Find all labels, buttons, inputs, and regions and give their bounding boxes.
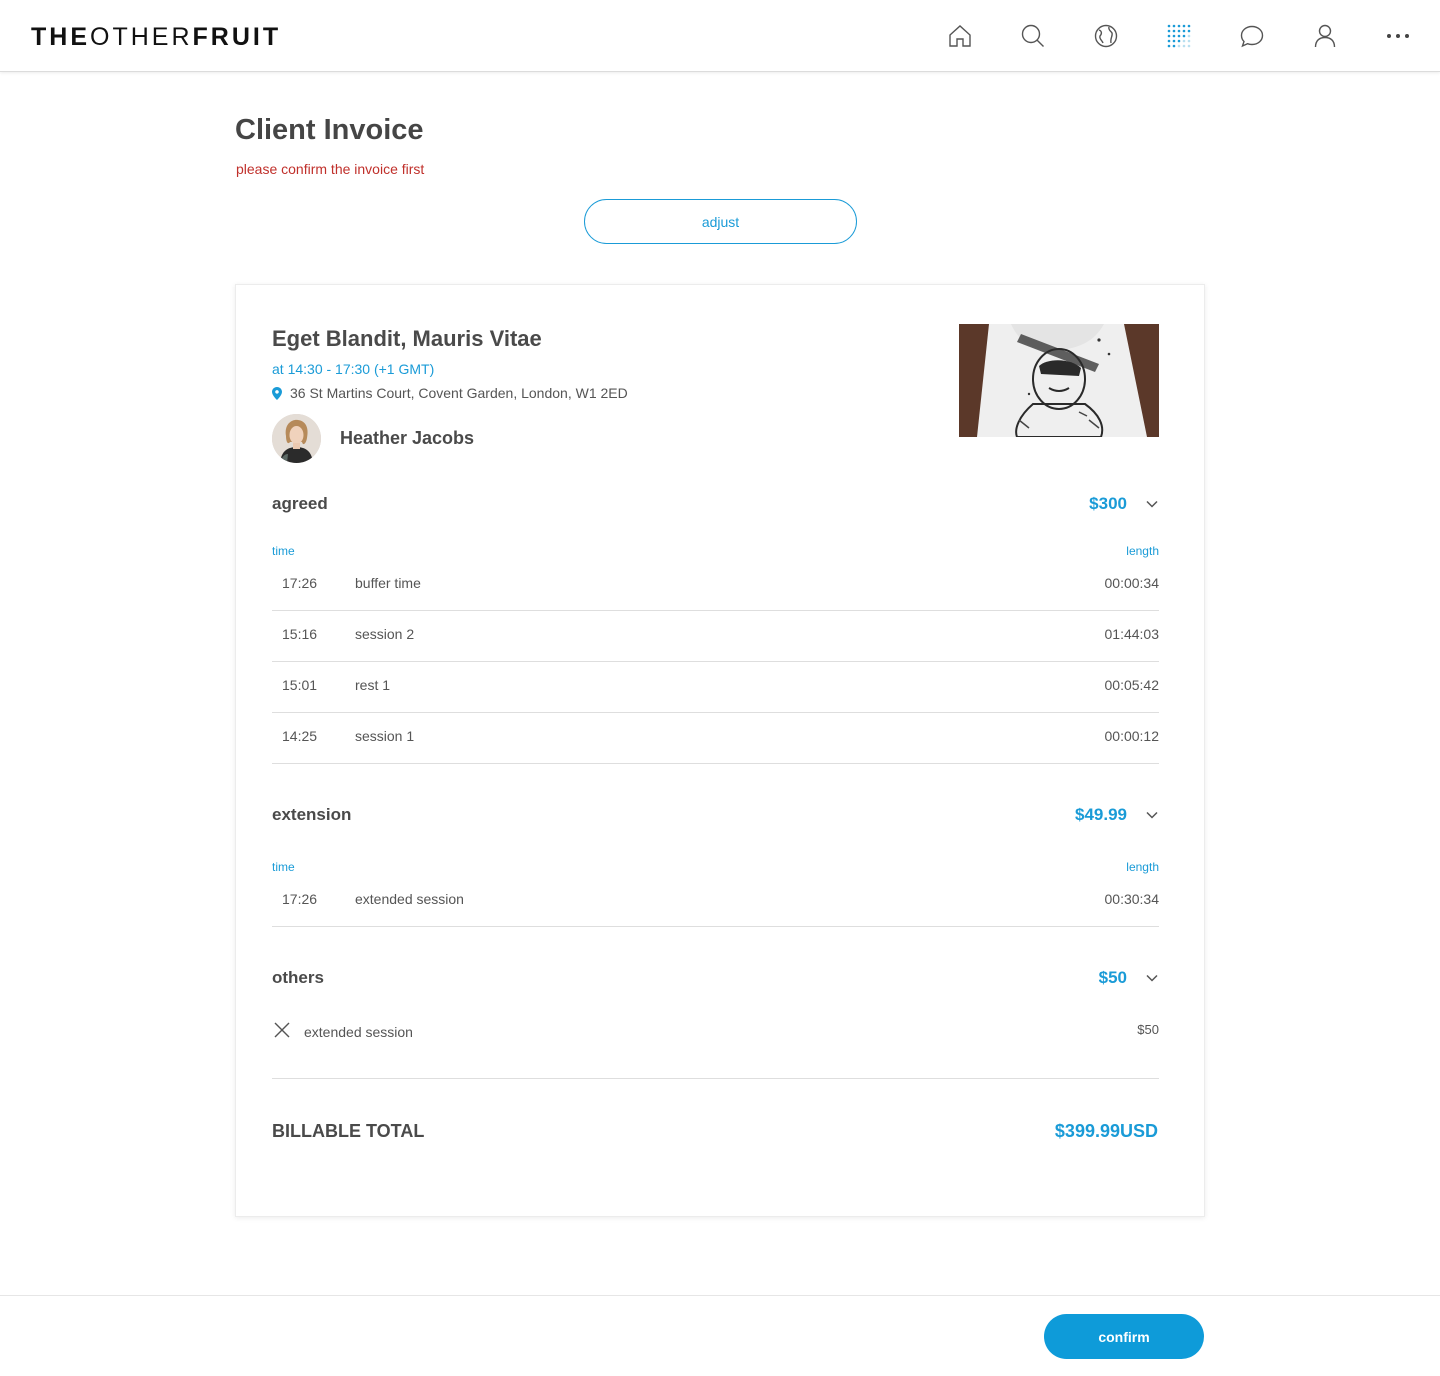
table-row: 15:01 rest 1 00:05:42 bbox=[272, 662, 1159, 713]
billable-total-value: $399.99USD bbox=[1054, 1121, 1158, 1141]
billable-total-label: BILLABLE TOTAL bbox=[272, 1121, 425, 1141]
row-name: session 1 bbox=[355, 728, 415, 744]
row-time: 17:26 bbox=[282, 891, 318, 907]
tattoo-design-image bbox=[959, 324, 1159, 437]
row-length: 00:05:42 bbox=[1104, 677, 1160, 693]
row-length: 01:44:03 bbox=[1104, 626, 1160, 642]
adjust-button[interactable]: adjust bbox=[584, 199, 857, 244]
chevron-down-icon[interactable] bbox=[1145, 497, 1159, 511]
logo-part-fruit: FRUIT bbox=[192, 23, 282, 51]
location-pin-icon bbox=[272, 386, 282, 400]
user-icon[interactable] bbox=[1307, 18, 1343, 54]
column-header-time: time bbox=[272, 860, 295, 874]
table-row: 17:26 extended session 00:30:34 bbox=[272, 876, 1159, 927]
row-length: 00:00:34 bbox=[1104, 575, 1160, 591]
others-title: others bbox=[272, 968, 324, 987]
table-row: 14:25 session 1 00:00:12 bbox=[272, 713, 1159, 764]
others-section-header[interactable]: others $50 bbox=[272, 968, 1159, 992]
agreed-title: agreed bbox=[272, 494, 328, 513]
dots-grid-icon[interactable] bbox=[1161, 18, 1197, 54]
row-time: 15:01 bbox=[282, 677, 318, 693]
row-name: buffer time bbox=[355, 575, 421, 591]
home-icon[interactable] bbox=[942, 18, 978, 54]
extension-title: extension bbox=[272, 805, 352, 824]
more-icon[interactable] bbox=[1380, 18, 1416, 54]
chat-icon[interactable] bbox=[1234, 18, 1270, 54]
agreed-amount: $300 bbox=[1089, 494, 1127, 513]
event-time: at 14:30 - 17:30 (+1 GMT) bbox=[272, 361, 435, 377]
top-navigation-bar: THEOTHERFRUIT bbox=[0, 0, 1440, 72]
row-name: extended session bbox=[355, 891, 464, 907]
row-time: 17:26 bbox=[282, 575, 318, 591]
table-row: 17:26 buffer time 00:00:34 bbox=[272, 560, 1159, 611]
search-icon[interactable] bbox=[1015, 18, 1051, 54]
list-item: extended session $50 bbox=[272, 1016, 1159, 1046]
event-location-text: 36 St Martins Court, Covent Garden, Lond… bbox=[290, 385, 628, 401]
footer-bar: confirm bbox=[0, 1295, 1440, 1376]
globe-icon[interactable] bbox=[1088, 18, 1124, 54]
avatar[interactable] bbox=[272, 414, 321, 463]
row-length: 00:30:34 bbox=[1104, 891, 1160, 907]
column-header-length: length bbox=[1126, 860, 1159, 874]
invoice-card: Eget Blandit, Mauris Vitae at 14:30 - 17… bbox=[235, 284, 1205, 1217]
extension-amount: $49.99 bbox=[1075, 805, 1127, 824]
other-item-name: extended session bbox=[304, 1024, 413, 1040]
agreed-section-header[interactable]: agreed $300 bbox=[272, 494, 1159, 518]
chevron-down-icon[interactable] bbox=[1145, 808, 1159, 822]
page-title: Client Invoice bbox=[235, 114, 424, 146]
row-time: 15:16 bbox=[282, 626, 318, 642]
confirm-button[interactable]: confirm bbox=[1044, 1314, 1204, 1359]
event-title: Eget Blandit, Mauris Vitae bbox=[272, 326, 542, 351]
chevron-down-icon[interactable] bbox=[1145, 971, 1159, 985]
column-header-time: time bbox=[272, 544, 295, 558]
total-divider bbox=[272, 1078, 1159, 1079]
column-header-length: length bbox=[1126, 544, 1159, 558]
row-time: 14:25 bbox=[282, 728, 318, 744]
logo-part-the: THE bbox=[31, 23, 90, 51]
table-row: 15:16 session 2 01:44:03 bbox=[272, 611, 1159, 662]
event-location: 36 St Martins Court, Covent Garden, Lond… bbox=[272, 385, 628, 401]
row-name: session 2 bbox=[355, 626, 415, 642]
other-item-value: $50 bbox=[1137, 1022, 1159, 1037]
row-name: rest 1 bbox=[355, 677, 391, 693]
artist-name: Heather Jacobs bbox=[340, 428, 475, 448]
others-amount: $50 bbox=[1098, 968, 1127, 987]
logo-part-other: OTHER bbox=[90, 23, 193, 51]
confirm-warning: please confirm the invoice first bbox=[236, 161, 425, 177]
extension-section-header[interactable]: extension $49.99 bbox=[272, 805, 1159, 829]
row-length: 00:00:12 bbox=[1104, 728, 1160, 744]
brand-logo[interactable]: THEOTHERFRUIT bbox=[31, 22, 281, 52]
remove-item-icon[interactable] bbox=[272, 1020, 292, 1040]
